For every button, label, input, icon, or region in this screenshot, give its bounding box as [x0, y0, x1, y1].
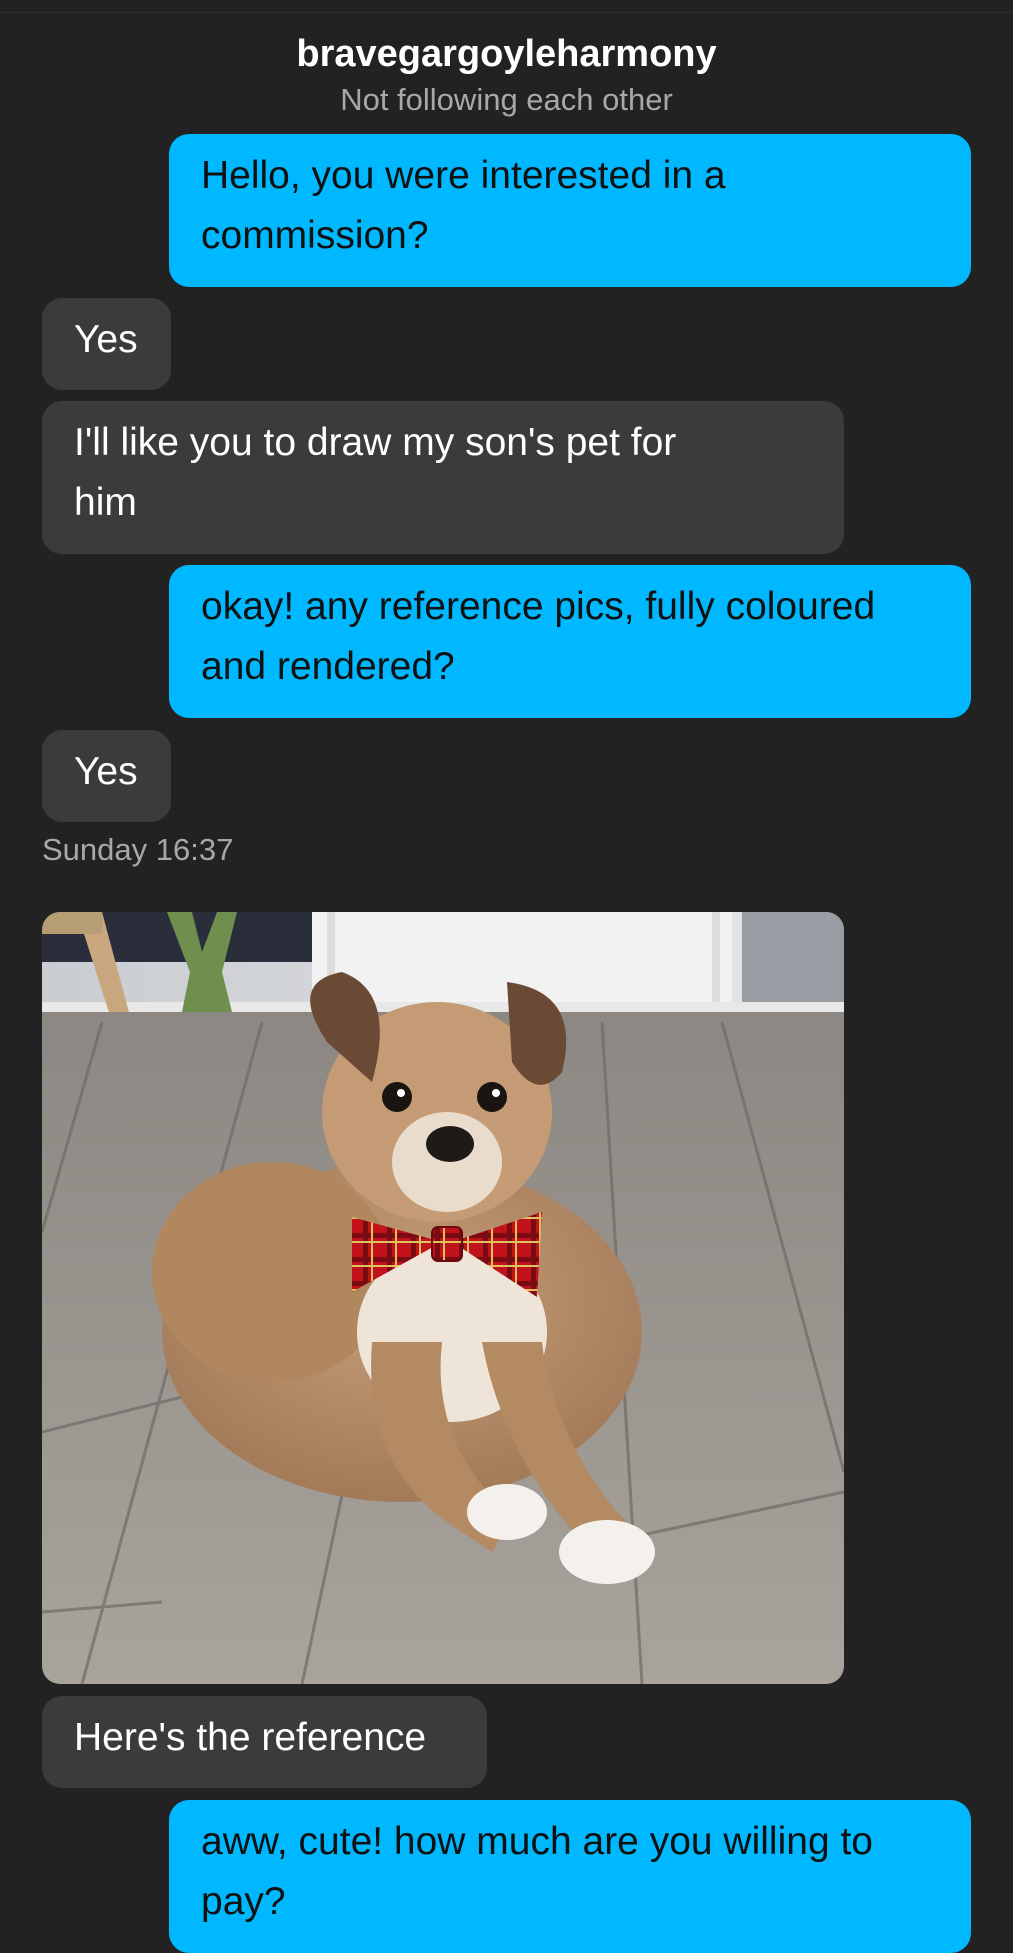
message-text: aww, cute! how much are you willing to p… [201, 1820, 873, 1923]
message-bubble-outgoing[interactable]: aww, cute! how much are you willing to p… [169, 1800, 971, 1953]
message-text: I'll like you to draw my son's pet for h… [74, 421, 677, 524]
message-text: Yes [74, 750, 138, 793]
message-text: Yes [74, 318, 138, 361]
shared-photo[interactable] [42, 912, 844, 1684]
conversation-username[interactable]: bravegargoyleharmony [0, 28, 1013, 80]
message-bubble-incoming[interactable]: Here's the reference [42, 1696, 487, 1788]
follow-status: Not following each other [340, 82, 673, 117]
message-bubble-incoming[interactable]: Yes [42, 298, 171, 390]
message-bubble-outgoing[interactable]: okay! any reference pics, fully coloured… [169, 565, 971, 718]
message-text: Here's the reference [74, 1716, 427, 1759]
message-bubble-incoming[interactable]: I'll like you to draw my son's pet for h… [42, 401, 844, 554]
status-bar-edge [0, 0, 1013, 13]
message-timestamp: Sunday 16:37 [42, 832, 234, 867]
conversation-header: bravegargoyleharmony Not following each … [0, 28, 1013, 120]
message-bubble-outgoing[interactable]: Hello, you were interested in a commissi… [169, 134, 971, 287]
dog-photo-illustration [42, 912, 844, 1684]
message-text: okay! any reference pics, fully coloured… [201, 585, 876, 688]
message-text: Hello, you were interested in a commissi… [201, 154, 726, 257]
message-bubble-incoming[interactable]: Yes [42, 730, 171, 822]
